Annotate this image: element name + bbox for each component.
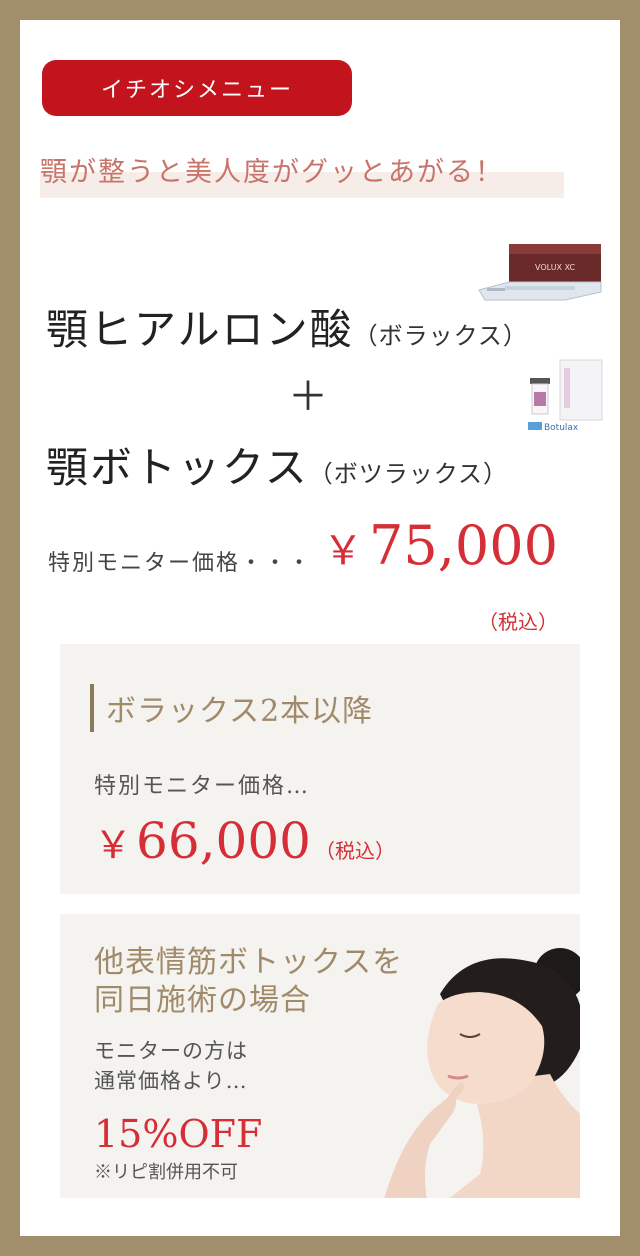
box2-sub-line1: モニターの方は	[94, 1039, 248, 1063]
box2-subtext: モニターの方は 通常価格より…	[94, 1036, 248, 1096]
recommended-badge: イチオシメニュー	[42, 60, 352, 116]
product2-name: 顎ボトックス	[46, 443, 309, 492]
box2-heading-line1: 他表情筋ボトックスを	[94, 945, 404, 980]
box2-heading: 他表情筋ボトックスを 同日施術の場合	[94, 944, 403, 1020]
discount-value: 15%OFF	[94, 1112, 263, 1156]
box2-sub-line2: 通常価格より…	[94, 1069, 248, 1093]
product1-name: 顎ヒアルロン酸	[46, 305, 354, 354]
product1-note: （ボラックス）	[353, 322, 528, 350]
discount-note: ※リピ割併用不可	[94, 1162, 238, 1183]
main-price-tax: （税込）	[478, 610, 558, 634]
box1-price-yen: ￥	[94, 823, 133, 867]
product2: 顎ボトックス（ボツラックス）	[46, 434, 508, 495]
volux-product-image: VOLUX XC	[478, 244, 602, 301]
main-price-amount: 75,000	[369, 514, 558, 577]
main-price: ￥ 75,000	[323, 514, 558, 577]
tagline-text: 顎が整うと美人度がグッとあがる！	[40, 157, 504, 188]
volux-label: VOLUX XC	[535, 263, 575, 272]
box1-price: ￥66,000 （税込）	[94, 812, 395, 870]
plus-sign: ＋	[288, 374, 328, 420]
volux-second-box: ボラックス2本以降 特別モニター価格… ￥66,000 （税込）	[60, 644, 580, 894]
botulax-label: Botulax	[544, 423, 579, 433]
product1: 顎ヒアルロン酸（ボラックス）	[46, 296, 528, 357]
box1-accent-bar	[90, 684, 94, 732]
main-price-yen: ￥	[323, 528, 364, 574]
box1-price-amount: 66,000	[136, 812, 311, 870]
discount-box: 他表情筋ボトックスを 同日施術の場合 モニターの方は 通常価格より… 15%OF…	[60, 914, 580, 1198]
box1-label: 特別モニター価格…	[94, 774, 311, 799]
menu-card: イチオシメニュー 顎が整うと美人度がグッとあがる！ VOLUX XC 顎ヒアルロ…	[20, 20, 620, 1236]
box1-title: ボラックス2本以降	[106, 694, 374, 729]
box1-price-tax: （税込）	[314, 839, 395, 863]
box2-heading-line2: 同日施術の場合	[94, 983, 311, 1018]
monitor-price-label: 特別モニター価格・・・	[48, 551, 313, 576]
product2-note: （ボツラックス）	[308, 460, 509, 488]
botulax-product-image: Botulax	[528, 359, 603, 433]
tagline: 顎が整うと美人度がグッとあがる！	[40, 146, 564, 198]
